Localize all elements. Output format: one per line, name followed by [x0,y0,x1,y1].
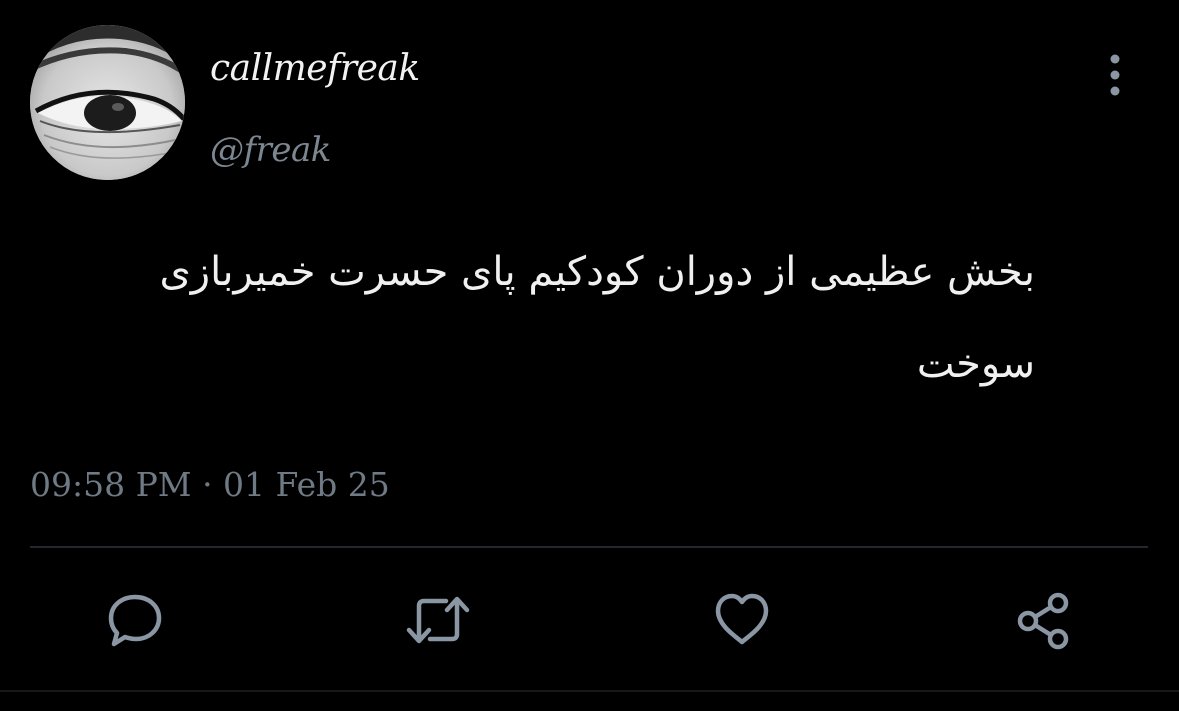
display-name[interactable]: callmefreak [210,44,420,94]
retweet-button[interactable] [405,590,470,650]
tweet-text: بخش عظیمی از دوران کودکیم پای حسرت خمیرب… [159,249,1036,387]
avatar[interactable] [30,25,185,180]
tweet-timestamp: 09:58 PM · 01 Feb 25 [30,465,390,504]
like-button[interactable] [712,590,772,650]
retweet-icon [406,596,470,644]
more-button[interactable] [1094,50,1136,100]
more-vertical-icon [1110,54,1120,96]
user-handle[interactable]: @freak [210,126,331,174]
divider [30,546,1148,548]
reply-icon [108,594,162,647]
heart-icon [715,593,769,645]
share-button[interactable] [1013,590,1073,650]
share-icon [1017,592,1069,650]
bottom-divider [0,690,1179,692]
reply-button[interactable] [105,590,165,650]
